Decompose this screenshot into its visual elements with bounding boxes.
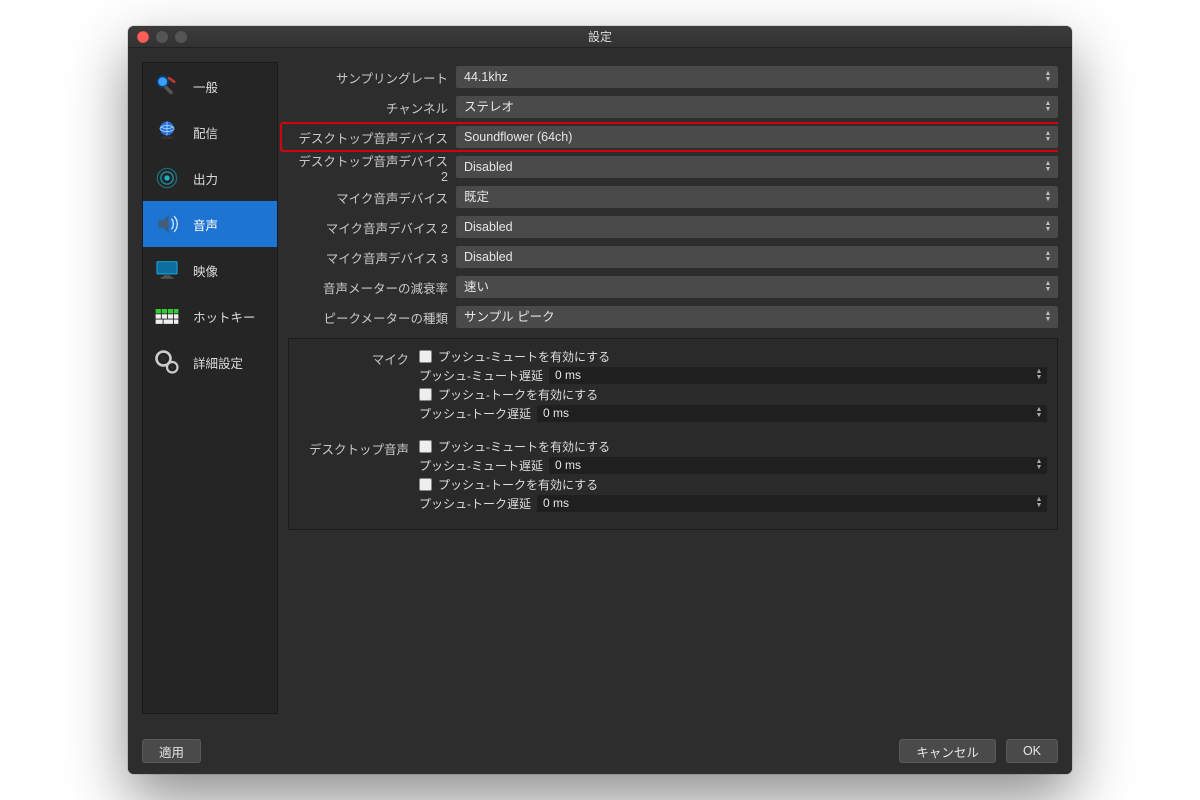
chevron-up-down-icon: ▲▼ [1042, 96, 1054, 118]
setting-select[interactable]: 44.1khz ▲▼ [456, 66, 1058, 88]
keyboard-icon [151, 300, 183, 332]
chevron-up-down-icon: ▲▼ [1042, 246, 1054, 268]
chevron-up-down-icon: ▲▼ [1042, 216, 1054, 238]
sidebar-item-hotkeys[interactable]: ホットキー [143, 293, 277, 339]
setting-label: チャンネル [288, 98, 456, 117]
wrench-icon [151, 70, 183, 102]
broadcast-icon [151, 162, 183, 194]
sidebar-item-advanced[interactable]: 詳細設定 [143, 339, 277, 385]
close-icon[interactable] [137, 31, 149, 43]
push-mute-enable-checkbox[interactable]: プッシュ-ミュートを有効にする [419, 347, 1047, 365]
setting-label: デスクトップ音声デバイス 2 [288, 151, 456, 184]
titlebar: 設定 [128, 26, 1072, 48]
push-mute-enable-checkbox[interactable]: プッシュ-ミュートを有効にする [419, 437, 1047, 455]
sidebar-item-label: 映像 [193, 261, 218, 280]
push-mute-delay-label: プッシュ-ミュート遅延 [419, 457, 543, 474]
sidebar: 一般 配信 出力 音声 [142, 62, 278, 714]
setting-select[interactable]: サンプル ピーク ▲▼ [456, 306, 1058, 328]
setting-row: ピークメーターの種類 サンプル ピーク ▲▼ [288, 302, 1058, 332]
checkbox-label: プッシュ-ミュートを有効にする [438, 348, 610, 365]
group-title: デスクトップ音声 [299, 437, 419, 513]
chevron-up-down-icon: ▲▼ [1042, 66, 1054, 88]
setting-row: サンプリングレート 44.1khz ▲▼ [288, 62, 1058, 92]
setting-label: マイク音声デバイス 3 [288, 248, 456, 267]
setting-label: マイク音声デバイス 2 [288, 218, 456, 237]
sidebar-item-label: 配信 [193, 123, 218, 142]
checkbox-label: プッシュ-トークを有効にする [438, 476, 598, 493]
dialog-footer: 適用 キャンセル OK [128, 728, 1072, 774]
setting-select[interactable]: Disabled ▲▼ [456, 216, 1058, 238]
setting-label: ピークメーターの種類 [288, 308, 456, 327]
sidebar-item-output[interactable]: 出力 [143, 155, 277, 201]
push-talk-delay-spinner[interactable]: 0 ms▲▼ [537, 495, 1047, 512]
globe-icon [151, 116, 183, 148]
settings-window: 設定 一般 配信 [128, 26, 1072, 774]
cancel-button[interactable]: キャンセル [899, 739, 996, 763]
speaker-icon [151, 208, 183, 240]
monitor-icon [151, 254, 183, 286]
setting-label: サンプリングレート [288, 68, 456, 87]
sidebar-item-label: 一般 [193, 77, 218, 96]
push-mute-delay-spinner[interactable]: 0 ms▲▼ [549, 367, 1047, 384]
gear-icon [151, 346, 183, 378]
push-to-talk-group: マイク プッシュ-ミュートを有効にする プッシュ-ミュート遅延 0 ms▲▼ プッ… [288, 338, 1058, 530]
setting-select[interactable]: ステレオ ▲▼ [456, 96, 1058, 118]
zoom-icon[interactable] [175, 31, 187, 43]
chevron-up-down-icon: ▲▼ [1033, 367, 1045, 384]
sidebar-item-audio[interactable]: 音声 [143, 201, 277, 247]
setting-select[interactable]: Disabled ▲▼ [456, 246, 1058, 268]
window-title: 設定 [128, 28, 1072, 45]
setting-select[interactable]: 速い ▲▼ [456, 276, 1058, 298]
setting-row: デスクトップ音声デバイス Soundflower (64ch) ▲▼ [288, 122, 1058, 152]
setting-select[interactable]: Disabled ▲▼ [456, 156, 1058, 178]
setting-label: 音声メーターの減衰率 [288, 278, 456, 297]
setting-row: マイク音声デバイス 既定 ▲▼ [288, 182, 1058, 212]
sidebar-item-general[interactable]: 一般 [143, 63, 277, 109]
push-talk-enable-checkbox[interactable]: プッシュ-トークを有効にする [419, 475, 1047, 493]
sidebar-item-label: 音声 [193, 215, 218, 234]
chevron-up-down-icon: ▲▼ [1033, 495, 1045, 512]
chevron-up-down-icon: ▲▼ [1042, 126, 1054, 148]
setting-label: デスクトップ音声デバイス [288, 128, 456, 147]
apply-button[interactable]: 適用 [142, 739, 201, 763]
push-talk-delay-label: プッシュ-トーク遅延 [419, 405, 531, 422]
push-talk-enable-checkbox[interactable]: プッシュ-トークを有効にする [419, 385, 1047, 403]
setting-label: マイク音声デバイス [288, 188, 456, 207]
chevron-up-down-icon: ▲▼ [1042, 306, 1054, 328]
checkbox-label: プッシュ-トークを有効にする [438, 386, 598, 403]
sidebar-item-video[interactable]: 映像 [143, 247, 277, 293]
group-title: マイク [299, 347, 419, 423]
ok-button[interactable]: OK [1006, 739, 1058, 763]
chevron-up-down-icon: ▲▼ [1042, 276, 1054, 298]
checkbox-label: プッシュ-ミュートを有効にする [438, 438, 610, 455]
sidebar-item-label: ホットキー [193, 307, 256, 326]
chevron-up-down-icon: ▲▼ [1042, 156, 1054, 178]
chevron-up-down-icon: ▲▼ [1042, 186, 1054, 208]
setting-select[interactable]: 既定 ▲▼ [456, 186, 1058, 208]
chevron-up-down-icon: ▲▼ [1033, 405, 1045, 422]
push-talk-delay-spinner[interactable]: 0 ms▲▼ [537, 405, 1047, 422]
setting-row: デスクトップ音声デバイス 2 Disabled ▲▼ [288, 152, 1058, 182]
sidebar-item-label: 出力 [193, 169, 218, 188]
minimize-icon[interactable] [156, 31, 168, 43]
push-mute-delay-spinner[interactable]: 0 ms▲▼ [549, 457, 1047, 474]
sidebar-item-stream[interactable]: 配信 [143, 109, 277, 155]
setting-row: マイク音声デバイス 2 Disabled ▲▼ [288, 212, 1058, 242]
push-talk-delay-label: プッシュ-トーク遅延 [419, 495, 531, 512]
sidebar-item-label: 詳細設定 [193, 353, 243, 372]
push-mute-delay-label: プッシュ-ミュート遅延 [419, 367, 543, 384]
setting-row: チャンネル ステレオ ▲▼ [288, 92, 1058, 122]
setting-row: 音声メーターの減衰率 速い ▲▼ [288, 272, 1058, 302]
settings-content: サンプリングレート 44.1khz ▲▼ チャンネル ステレオ ▲▼ デスクトッ… [278, 62, 1058, 714]
setting-select[interactable]: Soundflower (64ch) ▲▼ [456, 126, 1058, 148]
window-controls [128, 31, 187, 43]
setting-row: マイク音声デバイス 3 Disabled ▲▼ [288, 242, 1058, 272]
chevron-up-down-icon: ▲▼ [1033, 457, 1045, 474]
